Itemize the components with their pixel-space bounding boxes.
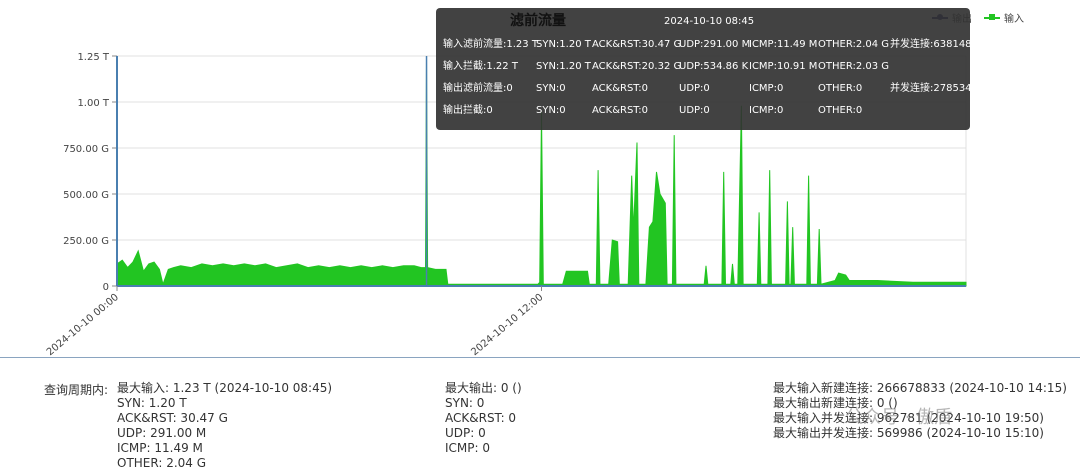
tooltip-cell: ACK&RST:0 [592,105,649,116]
tooltip-title: 滤前流量 [510,13,566,29]
tooltip-cell: 输出滤前流量:0 [443,83,513,94]
y-tick-label: 0 [103,282,109,293]
stats-line: ICMP: 0 [445,441,490,455]
stats-line: 最大输入新建连接: 266678833 (2024-10-10 14:15) [773,381,1067,395]
tooltip-cell: ICMP:10.91 M [749,61,818,72]
y-tick-label: 1.25 T [77,52,109,63]
tooltip-cell: UDP:534.86 K [679,61,749,72]
y-tick-label: 250.00 G [63,236,109,247]
y-tick-label: 1.00 T [77,98,109,109]
tooltip-cell: 输入滤前流量:1.23 T [443,39,538,50]
tooltip-cell: 输入拦截:1.22 T [443,61,518,72]
legend-input[interactable]: 输入 [984,10,1024,25]
query-period-label: 查询周期内: [44,383,109,397]
chart-tooltip: 滤前流量 2024-10-10 08:45 输入滤前流量:1.23 T SYN:1… [436,8,972,130]
x-tick-label: 2024-10-10 12:00 [469,292,545,357]
stats-max-input: 最大输入: 1.23 T (2024-10-10 08:45) SYN: 1.20… [117,381,332,471]
tooltip-cell: SYN:1.20 T [536,39,591,50]
tooltip-cell: SYN:0 [536,105,566,116]
tooltip-cell: 并发连接:638148 [890,39,972,50]
stats-line: ICMP: 11.49 M [117,441,203,455]
tooltip-cell: ACK&RST:30.47 G [592,39,682,50]
stats-line: UDP: 291.00 M [117,426,207,440]
tooltip-cell: 输出拦截:0 [443,105,493,116]
stats-line: UDP: 0 [445,426,486,440]
tooltip-cell: OTHER:0 [818,105,863,116]
stats-line: 最大输入: 1.23 T (2024-10-10 08:45) [117,381,333,395]
y-tick-label: 500.00 G [63,190,109,201]
tooltip-cell: SYN:1.20 T [536,61,591,72]
tooltip-cell: 并发连接:278534 [890,83,972,94]
tooltip-cell: ICMP:11.49 M [749,39,818,50]
tooltip-cell: ACK&RST:0 [592,83,649,94]
tooltip-cell: OTHER:2.03 G [818,61,890,72]
divider [0,357,1080,358]
x-tick-label: 2024-10-10 00:00 [45,292,121,357]
tooltip-cell: ICMP:0 [749,83,784,94]
y-tick-label: 750.00 G [63,144,109,155]
tooltip-cell: ACK&RST:20.32 G [592,61,682,72]
legend-input-marker-icon [984,13,1000,20]
tooltip-cell: SYN:0 [536,83,566,94]
legend-input-label: 输入 [1004,14,1024,25]
tooltip-cell: UDP:291.00 M [679,39,751,50]
tooltip-cell: OTHER:0 [818,83,863,94]
watermark: 公众号 · 傲盾 [845,407,953,428]
stats-max-output: 最大输出: 0 () SYN: 0 ACK&RST: 0 UDP: 0 ICMP: 0 [445,381,522,456]
stats-line: OTHER: 2.04 G [117,456,207,470]
stats-line: ACK&RST: 0 [445,411,517,425]
tooltip-cell: ICMP:0 [749,105,784,116]
tooltip-time: 2024-10-10 08:45 [664,16,755,27]
stats-line: ACK&RST: 30.47 G [117,411,228,425]
stats-line: SYN: 0 [445,396,485,410]
tooltip-cell: UDP:0 [679,83,710,94]
stats-line: SYN: 1.20 T [117,396,187,410]
tooltip-cell: UDP:0 [679,105,710,116]
stats-line: 最大输出: 0 () [445,381,522,395]
tooltip-cell: OTHER:2.04 G [818,39,890,50]
